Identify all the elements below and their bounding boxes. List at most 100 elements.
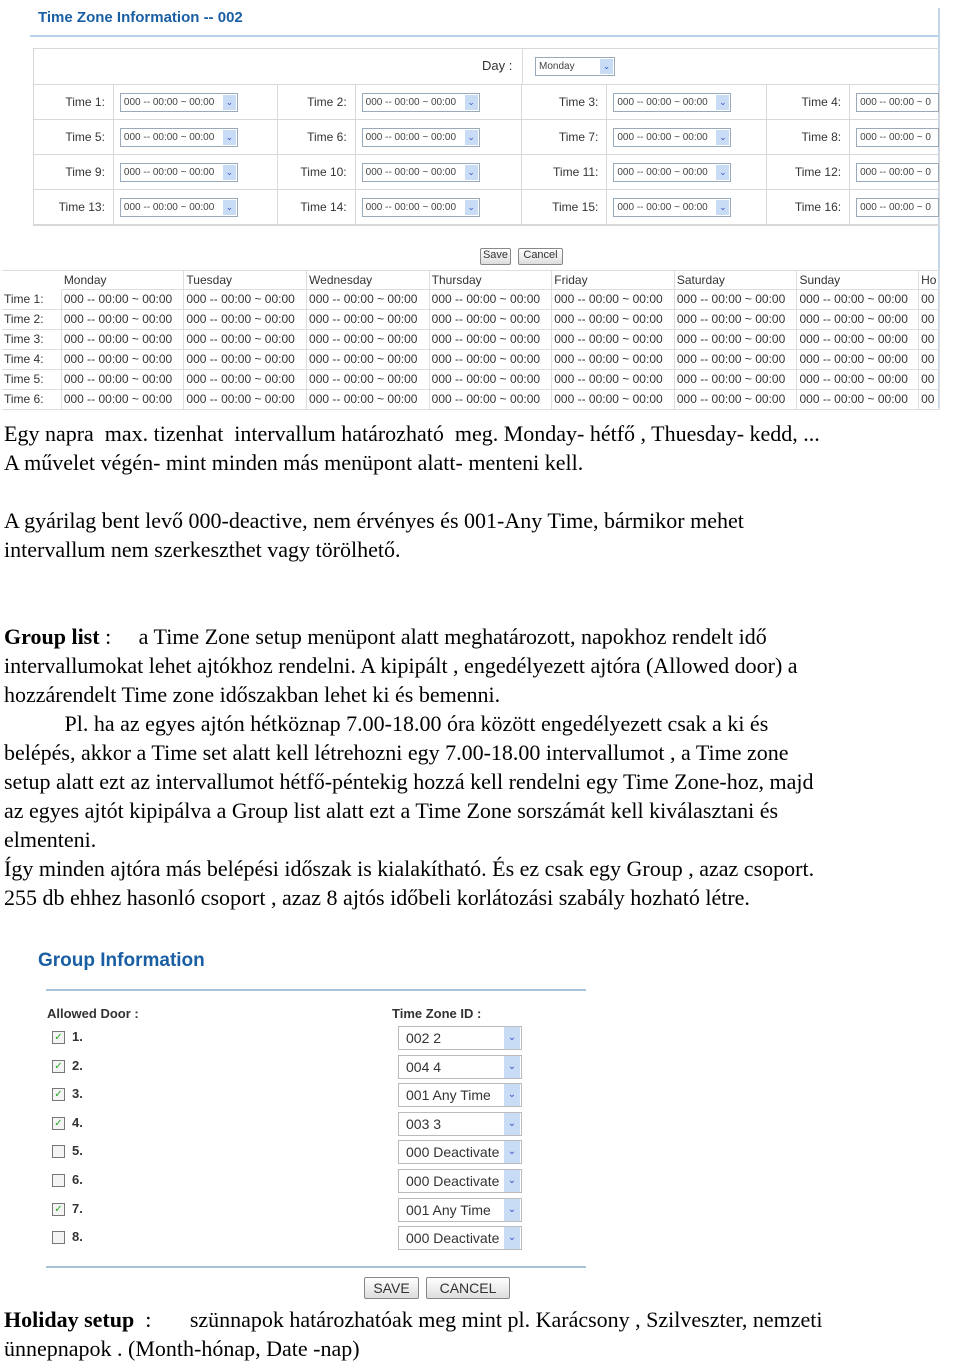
time-label: Time 3:: [522, 85, 608, 119]
door-checkbox[interactable]: ✓: [52, 1202, 65, 1216]
table-cell: 000 -- 00:00 ~ 00:00: [184, 310, 308, 330]
text-line: Egy napra max. tizenhat intervallum hatá…: [4, 421, 820, 446]
timezone-select[interactable]: 000 Deactivate ⌄: [398, 1140, 522, 1165]
table-cell: 000 -- 00:00 ~ 00:00: [61, 350, 185, 370]
timezone-select[interactable]: 000 Deactivate ⌄: [398, 1226, 522, 1251]
chevron-down-icon: ⌄: [504, 1198, 520, 1221]
header-cell: Friday: [552, 271, 675, 290]
table-cell: 000 -- 00:00 ~ 00:00: [184, 350, 308, 370]
time-select[interactable]: 000 -- 00:00 ~ 00:00 ⌄: [119, 127, 238, 147]
table-cell: 000 -- 00:00 ~ 00:00: [674, 290, 798, 310]
text-line: 255 db ehhez hasonló csoport , azaz 8 aj…: [4, 885, 750, 910]
table-cell: 000 -- 00:00 ~ 00:00: [552, 330, 675, 350]
header-cell: Monday: [61, 271, 185, 290]
timezone-select[interactable]: 000 Deactivate ⌄: [398, 1169, 522, 1193]
paragraph-holiday: Holiday setup : szünnapok határozhatóak …: [4, 1305, 822, 1363]
door-number: 5.: [72, 1143, 83, 1159]
group-save-button[interactable]: SAVE: [364, 1277, 419, 1299]
table-cell: 000 -- 00:00 ~ 00:00: [184, 370, 308, 390]
time-label: Time 9:: [34, 155, 114, 189]
header-cell: [2, 271, 62, 290]
timezone-id-label: Time Zone ID :: [392, 1006, 482, 1021]
text-line: A művelet végén- mint minden más menüpon…: [4, 450, 584, 475]
time-select[interactable]: 000 -- 00:00 ~ 0: [856, 197, 939, 217]
table-cell: 000 -- 00:00 ~ 00:00: [307, 290, 430, 310]
time-select[interactable]: 000 -- 00:00 ~ 0: [856, 92, 939, 112]
time-cell: 000 -- 00:00 ~ 00:00 ⌄: [356, 120, 523, 154]
time-select-value: 000 -- 00:00 ~ 00:00: [123, 201, 215, 213]
divider: [30, 35, 940, 37]
time-select[interactable]: 000 -- 00:00 ~ 0: [856, 127, 939, 147]
table-cell: 000 -- 00:00 ~ 00:00: [429, 390, 553, 410]
chevron-down-icon: ⌄: [504, 1084, 520, 1107]
divider: [46, 989, 586, 991]
paragraph-intervals: Egy napra max. tizenhat intervallum hatá…: [4, 419, 820, 477]
time-select[interactable]: 000 -- 00:00 ~ 00:00 ⌄: [613, 197, 732, 217]
table-cell: 000 -- 00:00 ~ 00:00: [307, 330, 430, 350]
time-select[interactable]: 000 -- 00:00 ~ 00:00 ⌄: [361, 197, 480, 217]
timezone-select-value: 003 3: [406, 1115, 442, 1132]
time-cell: 000 -- 00:00 ~ 0: [850, 85, 940, 119]
table-row: Time 4: 000 -- 00:00 ~ 00:00 000 -- 00:00 …: [2, 350, 941, 370]
time-label: Time 16:: [767, 190, 851, 224]
table-cell: 00: [919, 350, 941, 370]
table-cell: 000 -- 00:00 ~ 00:00: [184, 390, 308, 410]
time-select[interactable]: 000 -- 00:00 ~ 00:00 ⌄: [361, 127, 480, 147]
cancel-button[interactable]: Cancel: [518, 248, 563, 265]
text-line: intervallumokat lehet ajtókhoz rendelni.…: [4, 653, 798, 678]
chevron-down-icon: ⌄: [222, 199, 236, 215]
timezone-title: Time Zone Information -- 002: [38, 9, 243, 26]
timezone-select-value: 000 Deactivate: [406, 1173, 500, 1189]
door-checkbox[interactable]: ✓: [52, 1088, 65, 1102]
time-cell: 000 -- 00:00 ~ 00:00 ⌄: [114, 155, 278, 189]
timezone-select-value: 001 Any Time: [406, 1087, 491, 1104]
save-button[interactable]: Save: [480, 248, 511, 265]
table-cell: 000 -- 00:00 ~ 00:00: [307, 370, 430, 390]
time-select[interactable]: 000 -- 00:00 ~ 00:00 ⌄: [613, 162, 732, 182]
door-checkbox[interactable]: ✓: [52, 1059, 65, 1073]
time-select[interactable]: 000 -- 00:00 ~ 00:00 ⌄: [119, 197, 238, 217]
table-cell: 000 -- 00:00 ~ 00:00: [797, 370, 920, 390]
chevron-down-icon: ⌄: [222, 94, 236, 110]
chevron-down-icon: ⌄: [464, 94, 478, 110]
timezone-select[interactable]: 004 4 ⌄: [398, 1054, 522, 1079]
door-checkbox[interactable]: [52, 1145, 65, 1159]
time-select[interactable]: 000 -- 00:00 ~ 00:00 ⌄: [613, 92, 732, 112]
door-number: 8.: [72, 1229, 83, 1245]
time-row: Time 5: 000 -- 00:00 ~ 00:00 ⌄ Time 6: 000 -…: [34, 120, 940, 155]
chevron-down-icon: ⌄: [716, 129, 730, 145]
timezone-grid: Day : Monday ⌄ Time 1: 000 -- 00:00 ~ 00:0…: [33, 48, 940, 226]
group-cancel-button[interactable]: CANCEL: [426, 1277, 510, 1299]
chevron-down-icon: ⌄: [504, 1170, 520, 1192]
chevron-down-icon: ⌄: [464, 199, 478, 215]
text-line: intervallum nem szerkeszthet vagy törölh…: [4, 537, 401, 562]
timezone-select[interactable]: 001 Any Time ⌄: [398, 1083, 522, 1108]
door-checkbox[interactable]: ✓: [52, 1116, 65, 1130]
table-cell: 00: [919, 330, 941, 350]
table-cell: 000 -- 00:00 ~ 00:00: [429, 310, 553, 330]
door-checkbox[interactable]: [52, 1174, 65, 1187]
time-select[interactable]: 000 -- 00:00 ~ 00:00 ⌄: [119, 92, 238, 112]
text-line: elmenteni.: [4, 827, 97, 852]
table-cell: 000 -- 00:00 ~ 00:00: [184, 290, 308, 310]
time-select[interactable]: 000 -- 00:00 ~ 00:00 ⌄: [119, 162, 238, 182]
row-label: Time 1:: [2, 290, 62, 310]
table-cell: 000 -- 00:00 ~ 00:00: [552, 390, 675, 410]
time-cell: 000 -- 00:00 ~ 00:00 ⌄: [356, 85, 523, 119]
door-checkbox[interactable]: [52, 1231, 65, 1245]
door-checkbox[interactable]: ✓: [52, 1031, 65, 1044]
time-select[interactable]: 000 -- 00:00 ~ 0: [856, 162, 939, 182]
timezone-select[interactable]: 001 Any Time ⌄: [398, 1197, 522, 1222]
time-select-value: 000 -- 00:00 ~ 00:00: [123, 166, 215, 178]
time-select[interactable]: 000 -- 00:00 ~ 00:00 ⌄: [361, 92, 480, 112]
table-cell: 000 -- 00:00 ~ 00:00: [307, 350, 430, 370]
time-label: Time 8:: [767, 120, 851, 154]
day-select[interactable]: Monday ⌄: [535, 57, 615, 76]
time-label: Time 6:: [278, 120, 356, 154]
timezone-select[interactable]: 003 3 ⌄: [398, 1111, 522, 1136]
timezone-select[interactable]: 002 2 ⌄: [398, 1026, 522, 1050]
time-label: Time 2:: [278, 85, 356, 119]
text-line: ünnepnapok . (Month-hónap, Date -nap): [4, 1336, 360, 1361]
time-select[interactable]: 000 -- 00:00 ~ 00:00 ⌄: [361, 162, 480, 182]
time-select[interactable]: 000 -- 00:00 ~ 00:00 ⌄: [613, 127, 732, 147]
